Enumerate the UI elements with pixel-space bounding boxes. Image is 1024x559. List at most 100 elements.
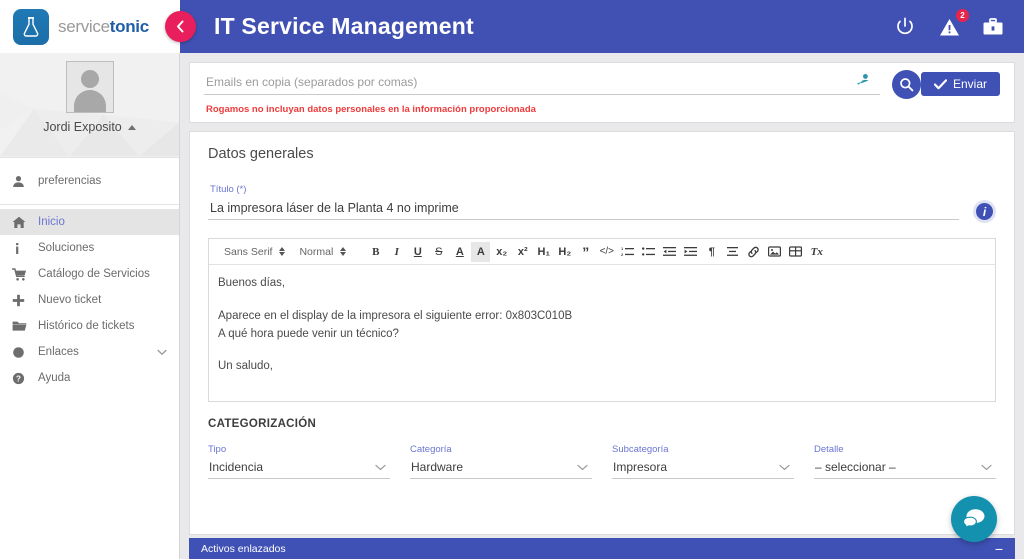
- sidebar-item-catalogo-de-servicios[interactable]: Catálogo de Servicios: [0, 261, 179, 287]
- page-title: IT Service Management: [214, 13, 474, 39]
- text-color-button[interactable]: A: [450, 242, 469, 262]
- ordered-list-button[interactable]: 12: [618, 242, 637, 262]
- title-info-button[interactable]: i: [973, 200, 996, 223]
- sidebar-item-historico-de-tickets[interactable]: Histórico de tickets: [0, 313, 179, 339]
- description-line-2: Aparece en el display de la impresora el…: [218, 309, 573, 322]
- sidebar-item-label: Inicio: [38, 216, 65, 228]
- subscript-button[interactable]: x₂: [492, 242, 511, 262]
- sidebar-item-ayuda[interactable]: ? Ayuda: [0, 365, 179, 391]
- info-icon: [12, 242, 38, 255]
- sidebar-item-enlaces[interactable]: Enlaces: [0, 339, 179, 365]
- chat-bubble-icon: [963, 509, 985, 529]
- send-button[interactable]: Enviar: [920, 72, 1000, 96]
- chevron-down-icon[interactable]: [157, 349, 167, 356]
- alerts-badge-count: 2: [956, 8, 969, 22]
- cc-field-wrapper: [204, 73, 892, 95]
- font-size-select[interactable]: Normal: [292, 246, 353, 258]
- font-family-select[interactable]: Sans Serif: [217, 246, 292, 258]
- select-label: Detalle: [814, 444, 844, 455]
- sidebar-item-label: Histórico de tickets: [38, 320, 135, 332]
- sidebar-item-soluciones[interactable]: Soluciones: [0, 235, 179, 261]
- highlight-color-button[interactable]: A: [471, 241, 491, 262]
- unordered-list-button[interactable]: [639, 242, 658, 262]
- cart-icon: [12, 267, 38, 281]
- chevron-down-icon: [375, 464, 386, 471]
- flask-logo-icon: [13, 8, 49, 45]
- sidebar-item-nuevo-ticket[interactable]: Nuevo ticket: [0, 287, 179, 313]
- check-icon: [933, 78, 947, 89]
- indent-button[interactable]: [681, 242, 700, 262]
- updown-icon: [340, 247, 347, 256]
- description-textarea[interactable]: Buenos días, Aparece en el display de la…: [209, 265, 995, 401]
- section-title-datos-generales: Datos generales: [208, 146, 314, 162]
- brand-wordmark: servicetonic: [58, 17, 149, 37]
- align-button[interactable]: [723, 242, 742, 262]
- bold-button[interactable]: B: [366, 242, 385, 262]
- user-name: Jordi Exposito: [43, 120, 122, 134]
- title-field-row: i: [208, 195, 996, 223]
- sidebar-collapse-button[interactable]: [165, 11, 196, 42]
- chat-support-button[interactable]: [951, 496, 997, 542]
- blockquote-button[interactable]: ”: [576, 242, 595, 262]
- home-icon: [12, 216, 38, 229]
- categorization-title: CATEGORIZACIÓN: [208, 418, 317, 430]
- font-family-value: Sans Serif: [224, 245, 273, 258]
- title-field-group: Título (*) i: [208, 184, 996, 223]
- italic-button[interactable]: I: [387, 242, 406, 262]
- detalle-select[interactable]: – seleccionar –: [814, 459, 996, 479]
- categoria-select[interactable]: Hardware: [410, 459, 592, 479]
- heading-1-button[interactable]: H₁: [534, 242, 553, 262]
- brand-word-tonic: tonic: [109, 16, 149, 36]
- alerts-button[interactable]: 2: [936, 8, 969, 40]
- briefcase-icon: [983, 17, 1003, 34]
- user-menu-toggle[interactable]: Jordi Exposito: [43, 120, 136, 134]
- person-icon: [12, 175, 38, 188]
- briefcase-button[interactable]: [980, 14, 1006, 40]
- sidebar-item-label: preferencias: [38, 175, 102, 187]
- tipo-select[interactable]: Incidencia: [208, 459, 390, 479]
- updown-icon: [279, 247, 286, 256]
- table-button[interactable]: [786, 242, 805, 262]
- linked-assets-label: Activos enlazados: [201, 542, 286, 555]
- clear-format-button[interactable]: Tx: [807, 242, 826, 262]
- ticket-form-panel: Datos generales Título (*) i Sans Serif: [189, 131, 1015, 535]
- sidebar-item-inicio[interactable]: Inicio: [0, 209, 179, 235]
- header-icon-group: 2: [892, 8, 1024, 40]
- collapse-minus-icon[interactable]: −: [995, 542, 1003, 556]
- sidebar: Jordi Exposito preferencias Inicio Soluc…: [0, 53, 180, 559]
- sidebar-item-preferencias[interactable]: preferencias: [0, 158, 179, 204]
- title-input[interactable]: [208, 199, 959, 220]
- rtl-button[interactable]: ¶: [702, 242, 721, 262]
- select-value: Hardware: [411, 460, 464, 474]
- heading-2-button[interactable]: H₂: [555, 242, 574, 262]
- sidebar-item-label: Enlaces: [38, 346, 79, 358]
- circle-icon: [12, 346, 38, 359]
- cc-emails-input[interactable]: [204, 73, 880, 95]
- image-button[interactable]: [765, 242, 784, 262]
- underline-button[interactable]: U: [408, 242, 427, 262]
- font-size-value: Normal: [299, 245, 334, 258]
- brand-logo[interactable]: servicetonic: [0, 0, 180, 53]
- editor-toolbar: Sans Serif Normal B I U S A A x₂ x² H₁ H…: [209, 239, 995, 265]
- search-button[interactable]: [891, 70, 921, 99]
- power-button[interactable]: [892, 14, 918, 40]
- code-button[interactable]: </>: [597, 242, 616, 262]
- avatar-head-shape: [80, 70, 99, 88]
- chevron-down-icon: [779, 464, 790, 471]
- avatar-body-shape: [73, 90, 106, 112]
- superscript-button[interactable]: x²: [513, 242, 532, 262]
- select-label: Subcategoría: [612, 444, 669, 455]
- strikethrough-button[interactable]: S: [429, 242, 448, 262]
- link-button[interactable]: [744, 242, 763, 262]
- avatar[interactable]: [65, 61, 114, 113]
- sidebar-nav-list: Inicio Soluciones Catálogo de Servicios …: [0, 205, 179, 391]
- add-person-icon[interactable]: [856, 73, 872, 87]
- application-window: servicetonic IT Service Management 2 Jor…: [0, 0, 1024, 559]
- outdent-button[interactable]: [660, 242, 679, 262]
- main-content: Enviar Rogamos no incluyan datos persona…: [180, 53, 1024, 559]
- subcategoria-select[interactable]: Impresora: [612, 459, 794, 479]
- categorization-field-subcategoria: Subcategoría Impresora: [612, 444, 794, 479]
- linked-assets-bar[interactable]: Activos enlazados −: [189, 538, 1015, 559]
- description-editor: Sans Serif Normal B I U S A A x₂ x² H₁ H…: [208, 238, 996, 402]
